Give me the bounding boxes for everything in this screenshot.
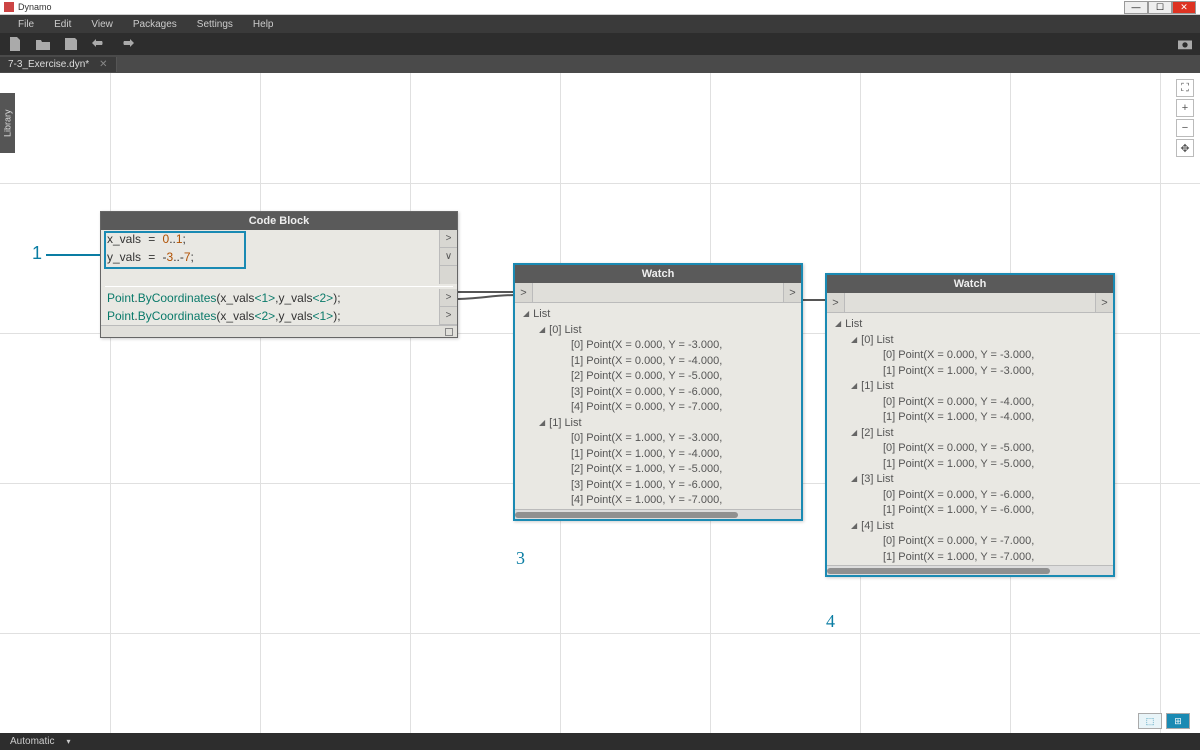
menu-packages[interactable]: Packages [123, 19, 187, 30]
tabbar: 7-3_Exercise.dyn* ✕ [0, 55, 1200, 73]
node-header[interactable]: Watch [827, 275, 1113, 293]
watch-input[interactable] [533, 283, 783, 302]
input-port[interactable]: > [515, 283, 533, 302]
horizontal-scrollbar[interactable] [515, 509, 801, 519]
open-file-icon[interactable] [36, 37, 50, 51]
output-port[interactable]: > [439, 307, 457, 325]
output-port[interactable]: > [439, 230, 457, 248]
maximize-button[interactable]: ☐ [1148, 1, 1172, 14]
app-title: Dynamo [18, 2, 52, 12]
code-line-4[interactable]: Point.ByCoordinates(x_vals<2>,y_vals<1>)… [101, 307, 439, 325]
output-port[interactable]: > [1095, 293, 1113, 312]
menu-edit[interactable]: Edit [44, 19, 81, 30]
output-port[interactable]: > [783, 283, 801, 302]
toolbar [0, 33, 1200, 55]
code-line-3[interactable]: Point.ByCoordinates(x_vals<1>,y_vals<2>)… [101, 289, 439, 307]
redo-icon[interactable] [120, 37, 134, 51]
menubar: File Edit View Packages Settings Help [0, 15, 1200, 33]
save-icon[interactable] [64, 37, 78, 51]
zoom-in-icon[interactable]: + [1176, 99, 1194, 117]
window-titlebar: Dynamo — ☐ ✕ [0, 0, 1200, 15]
code-line-2[interactable]: y_vals = -3..-7; [101, 248, 439, 266]
node-header[interactable]: Watch [515, 265, 801, 283]
output-port[interactable]: ∨ [439, 248, 457, 266]
zoom-out-icon[interactable]: − [1176, 119, 1194, 137]
menu-file[interactable]: File [8, 19, 44, 30]
menu-help[interactable]: Help [243, 19, 284, 30]
annotation-4: 4 [826, 611, 835, 632]
view-mode-toggles: ⬚ ⊞ [1138, 713, 1190, 729]
watch-node-2[interactable]: Watch > > List[0] List[0] Point(X = 0.00… [825, 273, 1115, 577]
close-button[interactable]: ✕ [1172, 1, 1196, 14]
graph-canvas[interactable]: Library ⛶ + − ✥ 1 3 4 Code Block x_vals … [0, 73, 1200, 733]
tab-label: 7-3_Exercise.dyn* [8, 59, 89, 70]
annotation-3: 3 [516, 548, 525, 569]
run-mode-selector[interactable]: Automatic [10, 736, 70, 747]
library-panel-tab[interactable]: Library [0, 93, 15, 153]
watch-output-list: List[0] List[0] Point(X = 0.000, Y = -3.… [827, 313, 1113, 565]
menu-settings[interactable]: Settings [187, 19, 243, 30]
zoom-controls: ⛶ + − ✥ [1176, 79, 1194, 157]
document-tab[interactable]: 7-3_Exercise.dyn* ✕ [0, 57, 117, 72]
pan-icon[interactable]: ✥ [1176, 139, 1194, 157]
graph-view-icon[interactable]: ⊞ [1166, 713, 1190, 729]
menu-view[interactable]: View [81, 19, 123, 30]
code-block-node[interactable]: Code Block x_vals = 0..1; > y_vals = -3.… [100, 211, 458, 338]
watch-input[interactable] [845, 293, 1095, 312]
annotation-1: 1 [32, 243, 106, 264]
fit-view-icon[interactable]: ⛶ [1176, 79, 1194, 97]
horizontal-scrollbar[interactable] [827, 565, 1113, 575]
node-header[interactable]: Code Block [101, 212, 457, 230]
code-line-1[interactable]: x_vals = 0..1; [101, 230, 439, 248]
node-menu-icon[interactable] [445, 328, 453, 336]
output-port[interactable]: > [439, 289, 457, 307]
app-logo-icon [4, 2, 14, 12]
tab-close-icon[interactable]: ✕ [99, 59, 107, 70]
camera-icon[interactable] [1178, 37, 1192, 51]
new-file-icon[interactable] [8, 37, 22, 51]
undo-icon[interactable] [92, 37, 106, 51]
watch-output-list: List[0] List[0] Point(X = 0.000, Y = -3.… [515, 303, 801, 509]
watch-node-1[interactable]: Watch > > List[0] List[0] Point(X = 0.00… [513, 263, 803, 521]
geometry-view-icon[interactable]: ⬚ [1138, 713, 1162, 729]
input-port[interactable]: > [827, 293, 845, 312]
statusbar: Automatic [0, 733, 1200, 750]
minimize-button[interactable]: — [1124, 1, 1148, 14]
